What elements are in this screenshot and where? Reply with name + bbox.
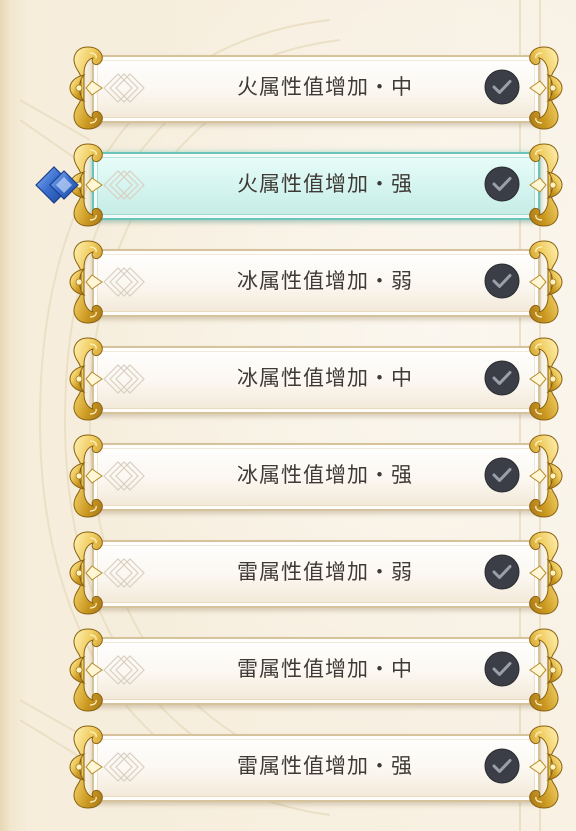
gold-ornament-left	[66, 530, 108, 616]
check-circle-icon[interactable]	[484, 457, 520, 493]
check-circle-icon[interactable]	[484, 166, 520, 202]
skill-item[interactable]: 冰属性值增加・中	[70, 336, 562, 416]
skill-item[interactable]: 冰属性值增加・弱	[70, 239, 562, 319]
skill-item-label: 雷属性值增加・中	[237, 657, 413, 681]
skill-item[interactable]: 火属性值增加・中	[70, 45, 562, 125]
check-circle-icon[interactable]	[484, 651, 520, 687]
check-circle-icon[interactable]	[484, 360, 520, 396]
skill-item-selected[interactable]: 火属性值增加・强	[70, 142, 562, 222]
skill-item-label: 雷属性值增加・强	[237, 754, 413, 778]
gold-ornament-left	[66, 627, 108, 713]
gold-ornament-right	[524, 336, 566, 422]
skill-item-label: 冰属性值增加・弱	[237, 269, 413, 293]
gold-ornament-left	[66, 433, 108, 519]
gold-ornament-right	[524, 142, 566, 228]
gold-ornament-right	[524, 239, 566, 325]
check-circle-icon[interactable]	[484, 554, 520, 590]
check-circle-icon[interactable]	[484, 263, 520, 299]
skill-item-label: 冰属性值增加・强	[237, 463, 413, 487]
skill-list: 火属性值增加・中 火属性值增加・强 冰属性值增加・弱 冰属性值增加・中 冰属性值…	[0, 0, 576, 831]
skill-item[interactable]: 雷属性值增加・强	[70, 724, 562, 804]
check-circle-icon[interactable]	[484, 748, 520, 784]
gold-ornament-left	[66, 45, 108, 131]
gold-ornament-right	[524, 45, 566, 131]
skill-item[interactable]: 冰属性值增加・强	[70, 433, 562, 513]
skill-item-label: 冰属性值增加・中	[237, 366, 413, 390]
skill-item-label: 火属性值增加・强	[237, 172, 413, 196]
blue-diamond-cursor-icon	[35, 166, 79, 204]
gold-ornament-right	[524, 724, 566, 810]
check-circle-icon[interactable]	[484, 69, 520, 105]
gold-ornament-left	[66, 336, 108, 422]
gold-ornament-left	[66, 724, 108, 810]
skill-item[interactable]: 雷属性值增加・中	[70, 627, 562, 707]
skill-item-label: 雷属性值增加・弱	[237, 560, 413, 584]
skill-item[interactable]: 雷属性值增加・弱	[70, 530, 562, 610]
gold-ornament-left	[66, 239, 108, 325]
skill-item-label: 火属性值增加・中	[237, 75, 413, 99]
gold-ornament-right	[524, 627, 566, 713]
gold-ornament-right	[524, 433, 566, 519]
gold-ornament-right	[524, 530, 566, 616]
